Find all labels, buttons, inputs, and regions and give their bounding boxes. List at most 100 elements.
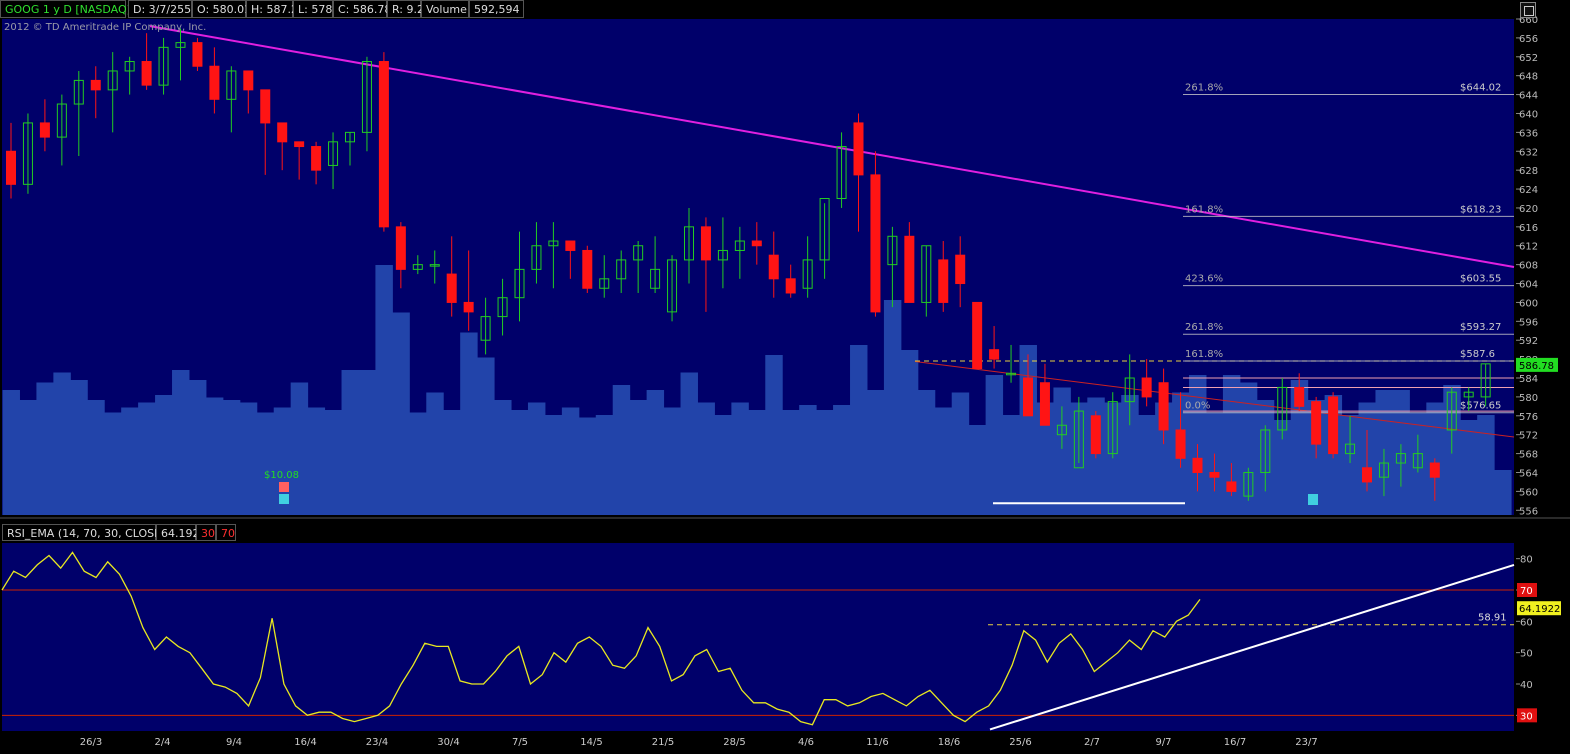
volume-bar xyxy=(222,400,241,515)
volume-bar xyxy=(714,415,732,515)
low-readout: L: 578 xyxy=(293,0,333,18)
candle-body xyxy=(6,150,16,185)
candle-body xyxy=(870,174,881,313)
candle-body xyxy=(463,301,474,313)
price-tick-label: 564 xyxy=(1519,468,1538,479)
price-tick-label: 628 xyxy=(1519,166,1538,177)
event-icon xyxy=(1308,494,1318,505)
price-tick-label: 568 xyxy=(1519,450,1538,461)
candle-body xyxy=(1209,471,1220,478)
volume-bar xyxy=(239,402,258,515)
candle-body xyxy=(395,226,406,270)
volume-bar xyxy=(612,385,631,515)
price-chart[interactable]: 5565605645685725765805845885925966006046… xyxy=(0,0,1570,754)
candle-body xyxy=(955,254,966,285)
price-tick-label: 556 xyxy=(1519,506,1538,517)
date-tick-label: 9/7 xyxy=(1155,737,1171,748)
volume-readout: 592,594 xyxy=(469,0,524,18)
volume-bar xyxy=(1477,415,1495,515)
rsi-axis-bg xyxy=(1516,543,1570,731)
candle-body xyxy=(904,235,915,303)
volume-bar xyxy=(104,412,122,515)
volume-bar xyxy=(155,395,173,515)
date-tick-label: 23/4 xyxy=(366,737,388,748)
date-tick-label: 25/6 xyxy=(1009,737,1031,748)
rsi-tick-label: 50 xyxy=(1520,649,1533,660)
volume-bar xyxy=(544,415,563,515)
volume-bar xyxy=(883,300,902,515)
rsi-tick-label: 60 xyxy=(1520,617,1533,628)
price-tick-label: 584 xyxy=(1519,374,1538,385)
fib-percent-label: 261.8% xyxy=(1185,82,1223,93)
volume-bar xyxy=(595,415,614,515)
volume-bar xyxy=(409,412,427,515)
volume-bar xyxy=(324,410,343,515)
volume-bar xyxy=(985,375,1004,515)
candle-body xyxy=(294,141,305,148)
fib-price-label: $618.23 xyxy=(1460,204,1501,215)
candle-body xyxy=(1328,396,1339,455)
fib-price-label: $587.6 xyxy=(1460,349,1495,360)
candle-body xyxy=(1362,467,1372,483)
rsi-study-label[interactable]: RSI_EMA (14, 70, 30, CLOSE) xyxy=(2,524,165,541)
date-tick-label: 14/5 xyxy=(580,737,602,748)
candle-body xyxy=(209,65,220,100)
candle-body xyxy=(768,254,779,280)
candle-body xyxy=(311,146,322,171)
candle-body xyxy=(582,249,593,289)
volume-bar xyxy=(1460,420,1478,515)
volume-bar xyxy=(816,410,834,515)
fib-percent-label: 161.8% xyxy=(1185,204,1223,215)
volume-bar xyxy=(866,390,885,515)
date-tick-label: 4/6 xyxy=(798,737,814,748)
date-tick-label: 21/5 xyxy=(652,737,674,748)
price-tick-label: 636 xyxy=(1519,128,1538,139)
candle-body xyxy=(1311,401,1322,445)
dividend-icon xyxy=(279,482,289,492)
price-tick-label: 616 xyxy=(1519,223,1538,234)
candle-body xyxy=(938,259,949,303)
candle-body xyxy=(243,70,254,91)
price-tick-label: 656 xyxy=(1519,34,1538,45)
rsi-oversold-badge-label: 30 xyxy=(1520,711,1533,722)
volume-bar xyxy=(70,380,88,515)
date-tick-label: 2/4 xyxy=(154,737,170,748)
volume-bar xyxy=(629,400,648,515)
volume-bar xyxy=(188,380,207,515)
volume-label: Volume xyxy=(421,0,469,18)
candle-body xyxy=(1158,382,1169,431)
price-tick-label: 592 xyxy=(1519,336,1538,347)
volume-bar xyxy=(1138,415,1156,515)
volume-bar xyxy=(121,407,139,515)
dividend-icon xyxy=(279,494,289,504)
price-tick-label: 624 xyxy=(1519,185,1538,196)
volume-bar xyxy=(494,400,512,515)
volume-bar xyxy=(748,410,766,515)
close-readout: C: 586.78 xyxy=(333,0,391,18)
date-tick-label: 11/6 xyxy=(866,737,888,748)
volume-bar xyxy=(561,407,580,515)
volume-bar xyxy=(138,402,156,515)
volume-bar xyxy=(697,402,715,515)
volume-bar xyxy=(578,417,597,515)
candle-body xyxy=(1429,462,1440,478)
maximize-icon[interactable] xyxy=(1520,2,1536,18)
volume-bar xyxy=(833,405,851,515)
volume-bar xyxy=(460,332,478,515)
date-readout: D: 3/7/2555 xyxy=(128,0,198,18)
volume-bar xyxy=(256,412,275,515)
candle-body xyxy=(1023,377,1033,417)
candle-body xyxy=(39,122,50,138)
high-readout: H: 587.2 xyxy=(246,0,298,18)
rsi-value-readout: 64.192 xyxy=(156,524,200,541)
price-tick-label: 608 xyxy=(1519,261,1538,272)
volume-bar xyxy=(951,392,970,515)
symbol-label[interactable]: GOOG 1 y D [NASDAQ] xyxy=(0,0,131,18)
volume-bar xyxy=(205,397,224,515)
candle-body xyxy=(751,240,762,247)
candle-body xyxy=(785,278,796,294)
rsi-overbought-readout: 70 xyxy=(216,524,236,541)
price-tick-label: 572 xyxy=(1519,431,1538,442)
volume-bar xyxy=(87,400,105,515)
open-readout: O: 580.01 xyxy=(192,0,251,18)
